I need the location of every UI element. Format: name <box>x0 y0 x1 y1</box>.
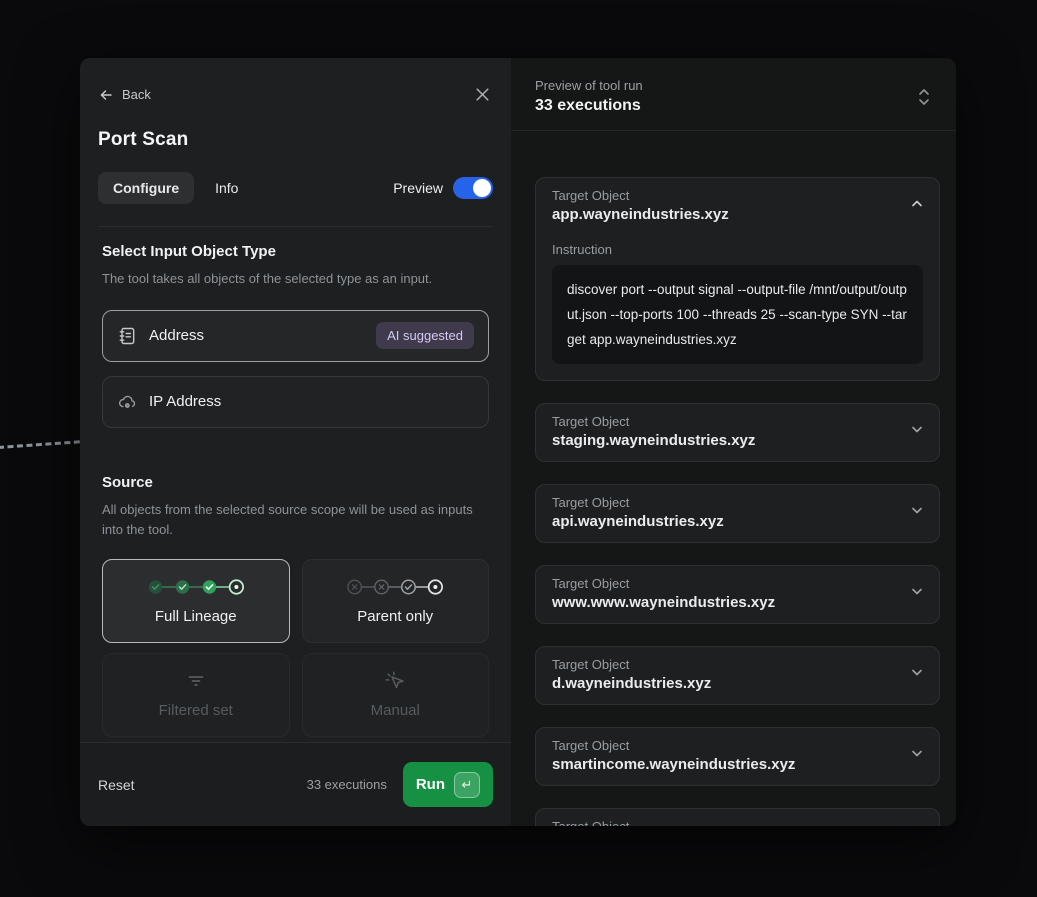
target-object-value: www.www.wayneindustries.xyz <box>552 594 895 611</box>
chevron-down-icon[interactable] <box>909 745 925 761</box>
source-option-parent-only[interactable]: Parent only <box>302 559 490 643</box>
collapse-expand-button[interactable] <box>916 86 932 108</box>
preview-toggle[interactable] <box>453 177 493 199</box>
target-object-label: Target Object <box>552 188 895 203</box>
enter-key-icon: ↵ <box>454 772 480 798</box>
target-object-value: api.wayneindustries.xyz <box>552 513 895 530</box>
execution-card-clipped[interactable]: Target Object <box>535 808 940 826</box>
execution-card[interactable]: Target Object staging.wayneindustries.xy… <box>535 403 940 462</box>
instruction-command: discover port --output signal --output-f… <box>552 265 923 364</box>
target-object-value: app.wayneindustries.xyz <box>552 206 895 223</box>
source-section-title: Source <box>102 474 489 491</box>
executions-count: 33 executions <box>307 777 387 792</box>
source-section-description: All objects from the selected source sco… <box>102 500 489 541</box>
target-object-label: Target Object <box>552 738 895 753</box>
source-option-manual: Manual <box>302 653 490 737</box>
input-type-option-ip-address[interactable]: IP Address <box>102 376 489 428</box>
execution-card[interactable]: Target Object d.wayneindustries.xyz <box>535 646 940 705</box>
source-option-full-lineage-label: Full Lineage <box>155 608 237 625</box>
preview-panel: Preview of tool run 33 executions Target… <box>511 58 956 826</box>
instruction-label: Instruction <box>552 242 895 257</box>
back-label: Back <box>122 87 151 102</box>
option-ip-address-label: IP Address <box>149 393 221 410</box>
execution-card[interactable]: Target Object api.wayneindustries.xyz <box>535 484 940 543</box>
execution-card[interactable]: Target Object app.wayneindustries.xyz In… <box>535 177 940 381</box>
target-object-label: Target Object <box>552 495 895 510</box>
configure-footer: Reset 33 executions Run ↵ <box>80 742 511 826</box>
filter-icon <box>186 671 206 691</box>
run-button[interactable]: Run ↵ <box>403 762 493 807</box>
target-object-value: staging.wayneindustries.xyz <box>552 432 895 449</box>
source-options-grid: Full Lineage Paren <box>102 559 489 737</box>
reset-button[interactable]: Reset <box>98 777 135 793</box>
cursor-click-icon <box>385 671 405 691</box>
source-option-manual-label: Manual <box>371 702 420 719</box>
contact-book-icon <box>117 326 137 346</box>
target-object-label: Target Object <box>552 819 895 826</box>
chevron-down-icon[interactable] <box>909 664 925 680</box>
tabs: Configure Info Preview <box>98 172 493 204</box>
tab-configure[interactable]: Configure <box>98 172 194 204</box>
preview-subtitle: Preview of tool run <box>535 78 643 93</box>
source-option-full-lineage[interactable]: Full Lineage <box>102 559 290 643</box>
close-button[interactable] <box>472 84 493 105</box>
chevron-down-icon[interactable] <box>909 421 925 437</box>
target-object-label: Target Object <box>552 414 895 429</box>
chevron-up-down-icon <box>916 86 932 108</box>
chevron-up-icon[interactable] <box>909 195 925 211</box>
execution-list: Target Object app.wayneindustries.xyz In… <box>511 131 956 826</box>
chevron-down-icon[interactable] <box>909 502 925 518</box>
lineage-parent-icon <box>345 577 445 597</box>
close-icon <box>474 86 491 103</box>
run-button-label: Run <box>416 776 445 793</box>
preview-title: 33 executions <box>535 97 643 115</box>
input-type-option-address[interactable]: Address AI suggested <box>102 310 489 362</box>
toggle-knob <box>473 179 491 197</box>
back-button[interactable]: Back <box>98 87 151 103</box>
execution-card[interactable]: Target Object smartincome.wayneindustrie… <box>535 727 940 786</box>
chevron-down-icon[interactable] <box>909 583 925 599</box>
configure-panel: Back Port Scan Configure Info Preview <box>80 58 511 826</box>
cloud-gear-icon <box>117 392 137 412</box>
background-dashed-edge <box>0 440 80 449</box>
tool-config-modal: Back Port Scan Configure Info Preview <box>80 58 956 826</box>
lineage-full-icon <box>146 577 246 597</box>
preview-toggle-label: Preview <box>393 180 443 196</box>
source-option-parent-only-label: Parent only <box>357 608 433 625</box>
target-object-label: Target Object <box>552 576 895 591</box>
arrow-left-icon <box>98 87 114 103</box>
source-option-filtered-set-label: Filtered set <box>159 702 233 719</box>
input-type-section-description: The tool takes all objects of the select… <box>102 269 489 290</box>
option-address-label: Address <box>149 327 204 344</box>
configure-header: Back Port Scan Configure Info Preview <box>80 58 511 227</box>
target-object-label: Target Object <box>552 657 895 672</box>
preview-header: Preview of tool run 33 executions <box>511 58 956 130</box>
page-title: Port Scan <box>98 129 493 151</box>
execution-card[interactable]: Target Object www.www.wayneindustries.xy… <box>535 565 940 624</box>
tab-info[interactable]: Info <box>200 172 253 204</box>
source-option-filtered-set: Filtered set <box>102 653 290 737</box>
configure-body: Select Input Object Type The tool takes … <box>80 227 511 737</box>
ai-suggested-badge: AI suggested <box>376 322 474 349</box>
target-object-value: d.wayneindustries.xyz <box>552 675 895 692</box>
input-type-section-title: Select Input Object Type <box>102 243 489 260</box>
target-object-value: smartincome.wayneindustries.xyz <box>552 756 895 773</box>
